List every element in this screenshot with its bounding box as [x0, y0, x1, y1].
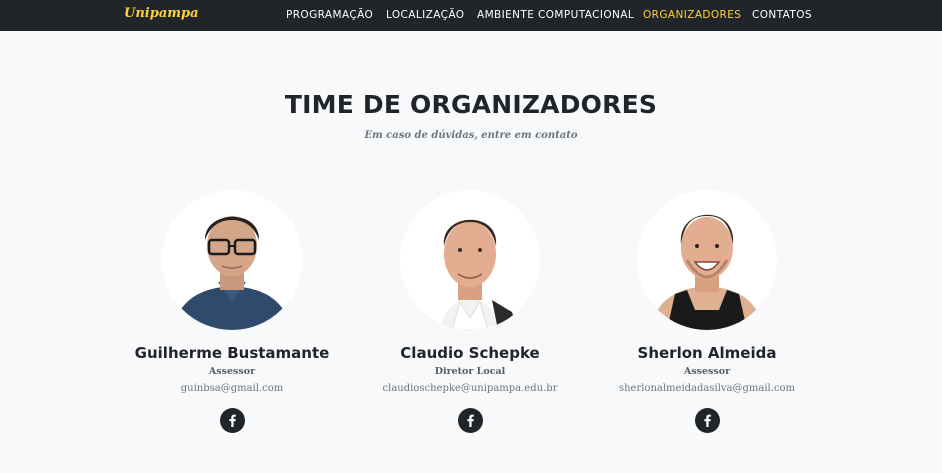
facebook-button[interactable] — [220, 408, 245, 433]
team-member-card: Sherlon Almeida Assessor sherlonalmeidad… — [587, 190, 827, 450]
member-role: Assessor — [683, 366, 731, 377]
facebook-button[interactable] — [458, 408, 483, 433]
member-name: Guilherme Bustamante — [134, 344, 330, 362]
avatar-photo — [637, 190, 777, 330]
facebook-button[interactable] — [695, 408, 720, 433]
navbar: Unipampa PROGRAMAÇÃO LOCALIZAÇÃO AMBIENT… — [0, 0, 942, 31]
member-role: Diretor Local — [434, 366, 506, 377]
member-email: claudioschepke@unipampa.edu.br — [382, 383, 558, 394]
avatar — [162, 190, 302, 330]
section-heading: TIME DE ORGANIZADORES — [284, 90, 658, 119]
member-email: sherlonalmeidadasilva@gmail.com — [618, 383, 796, 394]
member-role: Assessor — [208, 366, 256, 377]
facebook-icon — [229, 414, 236, 427]
team-member-card: Guilherme Bustamante Assessor guinbsa@gm… — [112, 190, 352, 450]
nav-link-organizadores[interactable]: ORGANIZADORES — [643, 9, 741, 21]
section-subheading: Em caso de dúvidas, entre em contato — [364, 130, 578, 141]
avatar — [637, 190, 777, 330]
avatar-photo — [400, 190, 540, 330]
facebook-icon — [467, 414, 474, 427]
nav-link-localizacao[interactable]: LOCALIZAÇÃO — [386, 9, 464, 21]
member-email: guinbsa@gmail.com — [180, 383, 284, 394]
nav-link-programacao[interactable]: PROGRAMAÇÃO — [286, 9, 373, 21]
avatar-photo — [162, 190, 302, 330]
nav-link-ambiente-computacional[interactable]: AMBIENTE COMPUTACIONAL — [477, 9, 634, 21]
facebook-icon — [704, 414, 711, 427]
team-member-card: Claudio Schepke Diretor Local claudiosch… — [350, 190, 590, 450]
member-name: Sherlon Almeida — [637, 344, 777, 362]
member-name: Claudio Schepke — [400, 344, 540, 362]
nav-links: PROGRAMAÇÃO LOCALIZAÇÃO AMBIENTE COMPUTA… — [0, 0, 942, 31]
nav-link-contatos[interactable]: CONTATOS — [752, 9, 812, 21]
avatar — [400, 190, 540, 330]
